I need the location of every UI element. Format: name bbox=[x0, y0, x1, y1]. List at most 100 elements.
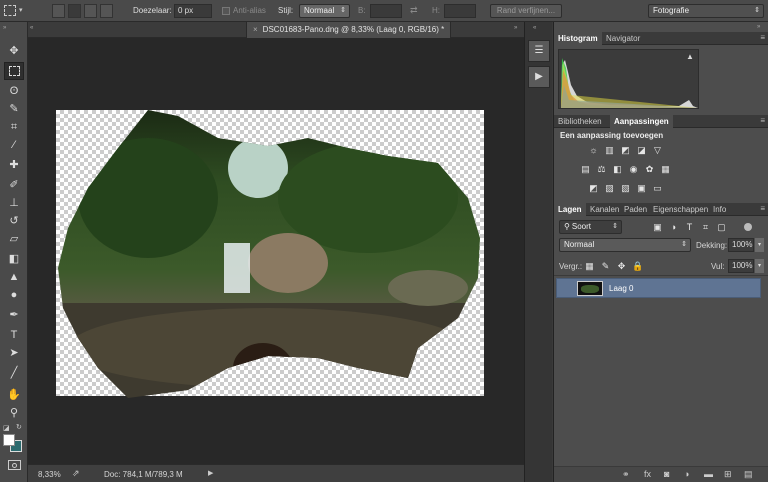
new-selection-button[interactable] bbox=[52, 4, 65, 18]
invert-icon[interactable]: ◩ bbox=[588, 183, 599, 193]
selective-color-icon[interactable]: ▣ bbox=[636, 183, 647, 193]
zoom-level[interactable]: 8,33% bbox=[38, 470, 61, 479]
width-input[interactable] bbox=[370, 4, 402, 18]
panel-menu-icon[interactable]: ≡ bbox=[760, 204, 765, 213]
subtract-selection-button[interactable] bbox=[84, 4, 97, 18]
refine-edge-button[interactable]: Rand verfijnen... bbox=[490, 4, 562, 18]
opacity-dropdown-icon[interactable]: ▾ bbox=[755, 238, 764, 252]
height-input[interactable] bbox=[444, 4, 476, 18]
path-selection-tool-icon[interactable]: ➤ bbox=[4, 344, 24, 362]
toolbar-collapse-icon[interactable]: » bbox=[3, 25, 6, 31]
canvas-area[interactable] bbox=[28, 38, 524, 464]
tab-navigator[interactable]: Navigator bbox=[602, 32, 644, 45]
antialias-checkbox[interactable] bbox=[222, 7, 230, 15]
status-menu-arrow-icon[interactable]: ▶ bbox=[208, 469, 213, 477]
black-white-icon[interactable]: ◧ bbox=[612, 164, 623, 174]
tab-info[interactable]: Info bbox=[709, 203, 730, 216]
add-mask-icon[interactable]: ◙ bbox=[664, 469, 669, 479]
lock-transparency-icon[interactable]: ▦ bbox=[584, 261, 595, 271]
new-adjustment-layer-icon[interactable]: ◑ bbox=[684, 469, 689, 479]
opacity-input[interactable]: 100% bbox=[728, 238, 754, 252]
tab-histogram[interactable]: Histogram bbox=[554, 32, 602, 45]
zoom-tool-icon[interactable]: ⚲ bbox=[4, 404, 24, 422]
dodge-tool-icon[interactable]: ● bbox=[4, 286, 24, 304]
pen-tool-icon[interactable]: ✒ bbox=[4, 306, 24, 324]
tabbar-expand-icon[interactable]: » bbox=[514, 25, 517, 31]
intersect-selection-button[interactable] bbox=[100, 4, 113, 18]
blur-tool-icon[interactable]: ▲ bbox=[4, 268, 24, 286]
filter-adjustment-icon[interactable]: ◑ bbox=[668, 222, 679, 232]
workspace-select[interactable]: Fotografie ⇕ bbox=[648, 4, 764, 18]
lock-pixels-icon[interactable]: ✎ bbox=[600, 261, 611, 271]
lock-position-icon[interactable]: ✥ bbox=[616, 261, 627, 271]
brightness-contrast-icon[interactable]: ☼ bbox=[588, 145, 599, 155]
gradient-tool-icon[interactable]: ◧ bbox=[4, 250, 24, 268]
shape-tool-icon[interactable]: ╱ bbox=[4, 364, 24, 382]
layer-style-icon[interactable]: fx bbox=[644, 469, 651, 479]
layer-row[interactable]: Laag 0 bbox=[556, 278, 761, 298]
new-group-icon[interactable]: ▬ bbox=[704, 469, 713, 479]
default-colors-icon[interactable]: ◪ bbox=[3, 424, 10, 432]
foreground-color-swatch[interactable] bbox=[3, 434, 15, 446]
curves-icon[interactable]: ◩ bbox=[620, 145, 631, 155]
brush-tool-icon[interactable]: ✐ bbox=[4, 176, 24, 194]
layer-thumbnail[interactable] bbox=[577, 281, 603, 296]
eraser-tool-icon[interactable]: ▱ bbox=[4, 230, 24, 248]
filter-type-icon[interactable]: T bbox=[684, 222, 695, 232]
trash-icon[interactable]: ▤ bbox=[744, 469, 753, 480]
posterize-icon[interactable]: ▨ bbox=[604, 183, 615, 193]
fill-dropdown-icon[interactable]: ▾ bbox=[755, 259, 764, 273]
marquee-tool-icon[interactable] bbox=[4, 62, 24, 80]
fill-input[interactable]: 100% bbox=[728, 259, 754, 273]
healing-brush-tool-icon[interactable]: ✚ bbox=[4, 156, 24, 174]
history-brush-tool-icon[interactable]: ↺ bbox=[4, 212, 24, 230]
gradient-map-icon[interactable]: ▭ bbox=[652, 183, 663, 193]
style-select[interactable]: Normaal ⇕ bbox=[299, 4, 350, 18]
link-layers-icon[interactable]: ⚭ bbox=[622, 469, 630, 480]
new-layer-icon[interactable]: ⊞ bbox=[724, 469, 732, 480]
chevron-down-icon[interactable]: ▾ bbox=[19, 6, 23, 14]
add-to-selection-button[interactable] bbox=[68, 4, 81, 18]
swap-dimensions-icon[interactable]: ⇄ bbox=[410, 5, 418, 16]
panorama-image[interactable] bbox=[28, 38, 524, 464]
filter-pixel-icon[interactable]: ▣ bbox=[652, 222, 663, 232]
actions-panel-icon[interactable]: ▶ bbox=[528, 66, 550, 88]
tabbar-collapse-icon[interactable]: « bbox=[30, 25, 33, 31]
quick-selection-tool-icon[interactable]: ✎ bbox=[4, 100, 24, 118]
clone-stamp-tool-icon[interactable]: ⊥ bbox=[4, 194, 24, 212]
threshold-icon[interactable]: ▧ bbox=[620, 183, 631, 193]
close-icon[interactable]: × bbox=[253, 25, 258, 34]
layer-filter-select[interactable]: ⚲ Soort ⇕ bbox=[559, 220, 622, 234]
filter-smart-object-icon[interactable]: ▢ bbox=[716, 222, 727, 232]
exposure-icon[interactable]: ◪ bbox=[636, 145, 647, 155]
share-icon[interactable]: ⇗ bbox=[72, 468, 80, 479]
history-panel-icon[interactable]: ☰ bbox=[528, 40, 550, 62]
hand-tool-icon[interactable]: ✋ bbox=[4, 386, 24, 404]
hue-saturation-icon[interactable]: ▤ bbox=[580, 164, 591, 174]
quick-mask-icon[interactable] bbox=[8, 460, 21, 470]
filter-toggle-icon[interactable] bbox=[744, 223, 752, 231]
tab-channels[interactable]: Kanalen bbox=[586, 203, 623, 216]
photo-filter-icon[interactable]: ◉ bbox=[628, 164, 639, 174]
document-tab[interactable]: × DSC01683-Pano.dng @ 8,33% (Laag 0, RGB/… bbox=[246, 22, 452, 38]
lock-all-icon[interactable]: 🔒 bbox=[632, 261, 643, 271]
eyedropper-tool-icon[interactable]: ⁄ bbox=[4, 136, 24, 154]
channel-mixer-icon[interactable]: ✿ bbox=[644, 164, 655, 174]
layer-name[interactable]: Laag 0 bbox=[609, 284, 633, 293]
tab-layers[interactable]: Lagen bbox=[554, 203, 586, 216]
tab-libraries[interactable]: Bibliotheken bbox=[554, 115, 606, 128]
blend-mode-select[interactable]: Normaal ⇕ bbox=[559, 238, 691, 252]
panel-menu-icon[interactable]: ≡ bbox=[760, 33, 765, 42]
dock-collapse-icon[interactable]: « bbox=[533, 25, 536, 31]
type-tool-icon[interactable]: T bbox=[4, 326, 24, 344]
feather-input[interactable]: 0 px bbox=[174, 4, 212, 18]
levels-icon[interactable]: ▥ bbox=[604, 145, 615, 155]
move-tool-icon[interactable]: ✥ bbox=[4, 42, 24, 60]
filter-shape-icon[interactable]: ⌗ bbox=[700, 222, 711, 232]
swap-colors-icon[interactable]: ↻ bbox=[16, 423, 22, 431]
marquee-tool-preset-icon[interactable] bbox=[4, 5, 16, 16]
crop-tool-icon[interactable]: ⌗ bbox=[4, 118, 24, 136]
tab-paths[interactable]: Paden bbox=[620, 203, 651, 216]
tab-properties[interactable]: Eigenschappen bbox=[649, 203, 712, 216]
panel-menu-icon[interactable]: ≡ bbox=[760, 116, 765, 125]
